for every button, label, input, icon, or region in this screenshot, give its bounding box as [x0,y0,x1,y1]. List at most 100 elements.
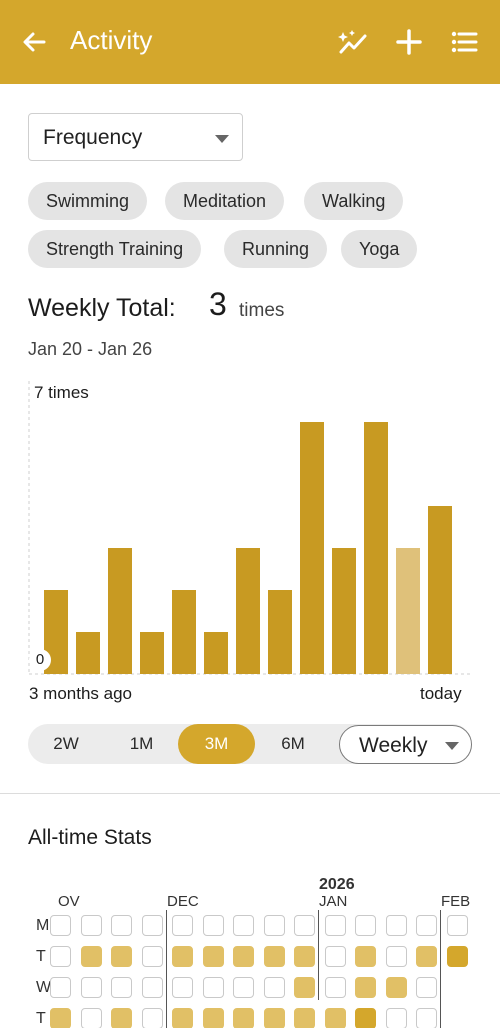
heatmap-cell[interactable] [50,977,71,998]
date-range: Jan 20 - Jan 26 [28,339,153,359]
heatmap-cell[interactable] [324,915,346,936]
heatmap-cell[interactable] [111,1008,132,1028]
y-min-label: 0 [29,649,51,671]
heatmap-cell[interactable] [172,1008,193,1028]
heatmap-cell[interactable] [233,915,254,936]
chevron-down-icon [445,742,459,750]
month-boundary-line [166,910,167,1028]
section-divider [0,793,500,794]
heatmap-cell[interactable] [141,915,163,936]
plus-icon[interactable] [393,26,425,58]
heatmap-cell[interactable] [172,946,193,967]
chip-running[interactable]: Running [224,230,328,268]
heatmap-day-label: T [36,948,46,965]
heatmap-cell[interactable] [202,1008,224,1028]
chart-bar[interactable] [428,506,452,674]
heatmap-cell[interactable] [355,977,376,998]
heatmap-cell[interactable] [172,977,193,998]
heatmap-cell[interactable] [416,977,437,998]
heatmap-cell[interactable] [202,915,224,936]
arrow-left-icon[interactable] [18,26,50,58]
heatmap-day-label: W [36,979,52,996]
heatmap-cell[interactable] [416,915,437,936]
heatmap-month-label: JAN [319,893,348,910]
chart-bar[interactable] [396,548,420,674]
heatmap-cell[interactable] [263,977,285,998]
heatmap-cell[interactable] [50,915,71,936]
chip-strength-training[interactable]: Strength Training [28,230,202,268]
heatmap-cell[interactable] [202,977,224,998]
heatmap-cell[interactable] [294,915,315,936]
heatmap-cell[interactable] [111,977,132,998]
tab-3m[interactable]: 3M [178,724,255,764]
metric-dropdown[interactable]: Frequency [28,113,243,161]
heatmap-cell[interactable] [416,1008,437,1028]
chart-bar[interactable] [332,548,356,674]
heatmap-cell[interactable] [50,946,71,967]
month-boundary-line [440,910,441,1028]
chip-yoga[interactable]: Yoga [341,230,418,268]
heatmap-day-label: T [36,1010,46,1027]
heatmap-cell[interactable] [111,946,132,967]
chart-bar[interactable] [300,422,324,674]
heatmap-month-label: DEC [167,893,199,910]
chart-bar[interactable] [172,590,196,674]
chip-swimming[interactable]: Swimming [28,182,148,220]
heatmap-cell[interactable] [80,915,102,936]
heatmap-cell[interactable] [385,946,407,967]
x-start-label: 3 months ago [29,684,133,703]
tab-2w[interactable]: 2W [28,724,104,764]
chart-bar[interactable] [236,548,260,674]
heatmap-month-label: OV [58,893,80,910]
heatmap-cell[interactable] [446,946,468,967]
heatmap-cell[interactable] [233,946,254,967]
heatmap-year-label: 2026 [319,876,355,893]
heatmap-cell[interactable] [355,915,376,936]
heatmap-cell[interactable] [141,1008,163,1028]
heatmap-cell[interactable] [202,946,224,967]
heatmap-cell[interactable] [324,1008,346,1028]
heatmap-cell[interactable] [385,915,407,936]
chart-bar[interactable] [364,422,388,674]
heatmap-cell[interactable] [385,1008,407,1028]
chart-bar[interactable] [108,548,132,674]
heatmap-cell[interactable] [385,977,407,998]
heatmap-day-label: M [36,917,50,934]
heatmap-cell[interactable] [355,946,376,967]
heatmap-cell[interactable] [172,915,193,936]
heatmap-cell[interactable] [263,915,285,936]
chart-bar[interactable] [268,590,292,674]
heatmap-cell[interactable] [294,946,315,967]
heatmap-cell[interactable] [233,977,254,998]
chart-bar[interactable] [204,632,228,674]
chart-bar[interactable] [76,632,100,674]
heatmap-cell[interactable] [111,915,132,936]
heatmap-cell[interactable] [416,946,437,967]
heatmap-cell[interactable] [50,1008,71,1028]
list-icon[interactable] [448,26,480,58]
heatmap-cell[interactable] [233,1008,254,1028]
heatmap-cell[interactable] [263,946,285,967]
tab-6m[interactable]: 6M [255,724,331,764]
heatmap-cell[interactable] [294,1008,315,1028]
heatmap-month-label: FEB [441,893,471,910]
period-dropdown[interactable]: Weekly [339,725,472,764]
heatmap-cell[interactable] [80,1008,102,1028]
heatmap-cell[interactable] [263,1008,285,1028]
heatmap-cell[interactable] [324,946,346,967]
tab-1m[interactable]: 1M [104,724,179,764]
heatmap-cell[interactable] [446,915,468,936]
heatmap-cell[interactable] [80,946,102,967]
chip-meditation[interactable]: Meditation [165,182,285,220]
heatmap-cell[interactable] [355,1008,376,1028]
weekly-total-unit: times [239,300,285,321]
chart-bar[interactable] [140,632,164,674]
trend-sparkle-icon[interactable] [337,26,369,58]
period-dropdown-value: Weekly [359,734,428,757]
heatmap-cell[interactable] [324,977,346,998]
heatmap-cell[interactable] [141,977,163,998]
heatmap-cell[interactable] [80,977,102,998]
chip-walking[interactable]: Walking [304,182,404,220]
heatmap-cell[interactable] [141,946,163,967]
heatmap-cell[interactable] [294,977,315,998]
